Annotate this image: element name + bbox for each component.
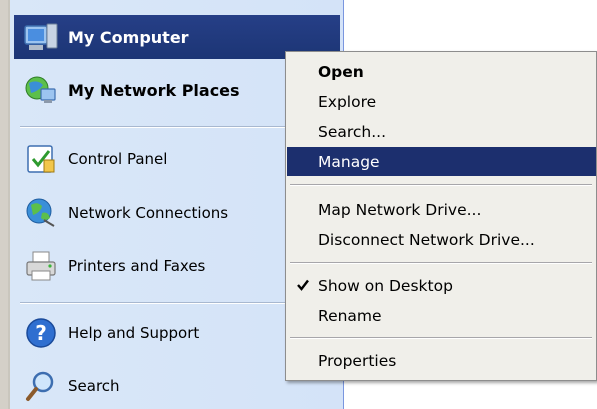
menu-item-label: Search... [318, 122, 387, 141]
check-icon [295, 275, 311, 295]
menu-item-explore[interactable]: Explore [287, 87, 596, 116]
menu-item-label: Open [318, 62, 364, 81]
menu-item-label: Map Network Drive... [318, 200, 482, 219]
menu-item-rename[interactable]: Rename [287, 301, 596, 330]
menu-separator [290, 337, 592, 339]
context-menu: Open Explore Search... Manage Map Networ… [285, 51, 597, 381]
menu-item-label: Properties [318, 351, 397, 370]
menu-item-map-network-drive[interactable]: Map Network Drive... [287, 195, 596, 224]
menu-separator [290, 262, 592, 264]
start-item-label: Control Panel [68, 150, 168, 168]
start-item-label: Network Connections [68, 204, 229, 222]
help-icon: ? [22, 314, 60, 352]
menu-item-disconnect-network-drive[interactable]: Disconnect Network Drive... [287, 225, 596, 254]
start-item-label: Printers and Faxes [68, 257, 206, 275]
menu-item-label: Show on Desktop [318, 276, 453, 295]
menu-item-label: Explore [318, 92, 377, 111]
menu-item-show-on-desktop[interactable]: Show on Desktop [287, 271, 596, 300]
start-item-label: My Computer [68, 27, 189, 47]
network-places-icon [22, 71, 60, 109]
control-panel-icon [22, 140, 60, 178]
menu-item-properties[interactable]: Properties [287, 346, 596, 375]
menu-item-label: Rename [318, 306, 382, 325]
printer-icon [22, 247, 60, 285]
my-computer-icon [22, 18, 60, 56]
network-connections-icon [22, 194, 60, 232]
menu-item-search[interactable]: Search... [287, 117, 596, 146]
menu-item-open[interactable]: Open [287, 57, 596, 86]
svg-text:?: ? [35, 321, 47, 345]
menu-item-label: Disconnect Network Drive... [318, 230, 535, 249]
menu-item-manage[interactable]: Manage [287, 147, 596, 176]
start-item-label: Help and Support [68, 324, 200, 342]
start-item-label: Search [68, 377, 120, 395]
menu-separator [290, 184, 592, 186]
start-item-label: My Network Places [68, 80, 240, 100]
menu-item-label: Manage [318, 152, 380, 171]
search-icon [22, 367, 60, 405]
